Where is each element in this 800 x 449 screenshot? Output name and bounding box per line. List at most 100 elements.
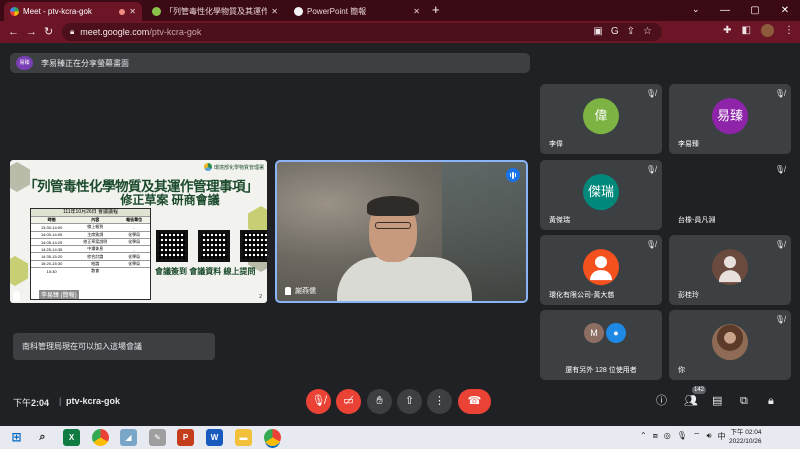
reload-button[interactable]: ↻ <box>44 25 53 39</box>
mic-toggle-button[interactable]: 🎙︎̸ <box>306 389 331 414</box>
meeting-details-icon[interactable]: ⓘ <box>656 394 667 408</box>
tab-label: PowerPoint 簡報 <box>307 7 367 16</box>
people-icon[interactable]: 👥︎ <box>684 394 698 408</box>
self-avatar <box>712 324 748 361</box>
presenting-text: 李易臻正在分享螢幕畫面 <box>41 58 129 68</box>
agenda-cell: 14:25-14:35 <box>31 245 73 253</box>
slide-page-number: 2 <box>259 294 262 300</box>
tab-search-icon[interactable]: ⌄ <box>692 4 700 15</box>
ime-indicator[interactable]: 中 <box>718 431 726 442</box>
participant-name: 環化有限公司-黃大慈 <box>549 292 615 299</box>
camera-icon[interactable]: ◎ <box>664 431 671 442</box>
app-icon[interactable]: ◢ <box>120 429 137 446</box>
pin-icon[interactable] <box>285 287 291 295</box>
participant-avatar: 易臻 <box>712 98 748 135</box>
address-bar[interactable]: 🔒︎ meet.google.com/ptv-kcra-gok ▣ G ⇪ ☆ <box>62 23 662 41</box>
wifi-icon[interactable]: ⌔ <box>693 431 701 442</box>
participant-tile[interactable]: 🎙︎̸ 彭桂玲 <box>669 235 791 305</box>
speaker-video <box>337 257 472 301</box>
participant-tile[interactable]: 易臻 🎙︎̸ 李易臻 <box>669 84 791 154</box>
powerpoint-icon[interactable]: P <box>177 429 194 446</box>
agenda-cell: 散會 <box>72 267 119 275</box>
google-meet-icon <box>10 7 19 16</box>
share-icon[interactable]: ⇪ <box>627 26 635 37</box>
file-explorer-icon[interactable]: ▬ <box>235 429 252 446</box>
search-icon[interactable]: ⌕ <box>34 429 51 446</box>
participant-tile[interactable]: 🎙︎̸ 台橡-員凡淵 <box>669 160 791 230</box>
mic-muted-icon: 🎙︎̸ <box>774 240 785 249</box>
site-favicon-icon <box>152 7 161 16</box>
agenda-row: 14:25-14:35 中場休息 - <box>31 245 150 253</box>
active-speaker-tile[interactable]: 謝燕儒 <box>275 160 528 303</box>
address-bar-icons: ▣ G ⇪ ☆ <box>593 26 652 37</box>
raise-hand-button[interactable]: ✋︎ <box>367 389 392 414</box>
others-tile[interactable]: M ● 還有另外 128 位使用者 <box>540 310 662 380</box>
pin-icon[interactable] <box>13 291 20 301</box>
more-options-button[interactable]: ⋮ <box>427 389 452 414</box>
presenter-label: 李易臻 (簡報) <box>39 290 79 299</box>
participant-avatar: M <box>584 323 604 343</box>
camera-permission-icon[interactable]: ▣ <box>593 26 602 37</box>
recording-dot-icon <box>119 8 126 15</box>
chevron-up-icon[interactable]: ⌃ <box>640 431 647 442</box>
close-tab-icon[interactable]: ✕ <box>271 7 278 16</box>
new-tab-button[interactable]: + <box>432 3 440 17</box>
participant-name: 黃傑瑞 <box>549 217 570 224</box>
agenda-cell: 線上報到 <box>72 223 119 232</box>
back-button[interactable]: ← <box>8 25 19 39</box>
profile-avatar[interactable] <box>761 24 774 37</box>
side-panel-icon[interactable]: ◧ <box>742 25 751 36</box>
excel-icon[interactable]: X <box>63 429 80 446</box>
extensions-icon[interactable]: ✚ <box>723 25 731 36</box>
activities-icon[interactable]: ⧉ <box>740 394 748 408</box>
agenda-cell: - <box>118 223 150 232</box>
participant-tile[interactable]: 偉 🎙︎̸ 李偉 <box>540 84 662 154</box>
participant-tile[interactable]: 傑瑞 🎙︎̸ 黃傑瑞 <box>540 160 662 230</box>
chrome-icon[interactable] <box>92 429 109 446</box>
camera-toggle-button[interactable]: ▭̸ <box>336 389 361 414</box>
agenda-header: 報告單位 <box>118 215 150 224</box>
leave-call-button[interactable]: ☎︎ <box>458 389 491 414</box>
globe-icon <box>294 7 303 16</box>
participant-tile[interactable]: 🎙︎̸ 環化有限公司-黃大慈 <box>540 235 662 305</box>
close-tab-icon[interactable]: ✕ <box>129 7 136 16</box>
chat-icon[interactable]: ▤ <box>712 394 722 408</box>
windows-start-icon[interactable]: ⊞ <box>8 429 25 446</box>
tab-meet[interactable]: Meet - ptv-kcra-gok ✕ <box>4 2 142 21</box>
menu-icon[interactable]: ⋮ <box>784 25 794 36</box>
present-screen-button[interactable]: ⇧ <box>397 389 422 414</box>
mic-muted-icon: 🎙︎̸ <box>645 89 656 98</box>
self-tile[interactable]: 🎙︎̸ 你 <box>669 310 791 380</box>
speaking-indicator-icon <box>506 168 520 182</box>
tab-powerpoint[interactable]: PowerPoint 簡報 ✕ <box>288 2 426 21</box>
network-icon[interactable]: ⧈ <box>653 431 658 442</box>
browser-tab-strip: Meet - ptv-kcra-gok ✕ 「列管毒性化學物質及其運作管理」 ✕… <box>0 0 800 21</box>
presenter-avatar: 易臻 <box>16 56 33 70</box>
agenda-cell: 化學局 <box>118 230 150 239</box>
google-lens-icon[interactable]: G <box>611 26 619 37</box>
word-icon[interactable]: W <box>206 429 223 446</box>
close-window-button[interactable]: ✕ <box>770 0 800 21</box>
url-text: meet.google.com/ptv-kcra-gok <box>80 27 202 37</box>
agenda-row: 13:30-14:00 線上報到 - <box>31 223 150 232</box>
chrome-active-icon[interactable] <box>264 429 281 446</box>
participant-avatar <box>583 249 619 286</box>
qr-code-group <box>156 230 267 262</box>
paint-icon[interactable]: ✎ <box>149 429 166 446</box>
shared-screen-tile[interactable]: 環境部化學物質管理署 「列管毒性化學物質及其運作管理事項」 修正草案 研商會議 … <box>10 160 267 303</box>
host-controls-icon[interactable]: 🔒︎ <box>768 394 774 408</box>
agenda-cell: 15:20-15:30 <box>31 259 73 268</box>
minimize-button[interactable]: — <box>710 0 740 21</box>
close-tab-icon[interactable]: ✕ <box>413 7 420 16</box>
volume-icon[interactable]: 🔊︎ <box>706 431 711 442</box>
mic-muted-icon: 🎙︎̸ <box>774 315 785 324</box>
bookmark-star-icon[interactable]: ☆ <box>643 26 652 37</box>
microphone-icon[interactable]: 🎙︎ <box>677 431 687 442</box>
qr-code-materials <box>198 230 230 262</box>
presenting-banner: 易臻 李易臻正在分享螢幕畫面 <box>10 53 530 73</box>
tab-document[interactable]: 「列管毒性化學物質及其運作管理」 ✕ <box>146 2 284 21</box>
forward-button[interactable]: → <box>26 25 37 39</box>
taskbar-clock[interactable]: 下午 02:04 2022/10/26 <box>729 428 762 446</box>
maximize-button[interactable]: ▢ <box>740 0 770 21</box>
participant-avatar: 偉 <box>583 98 619 135</box>
